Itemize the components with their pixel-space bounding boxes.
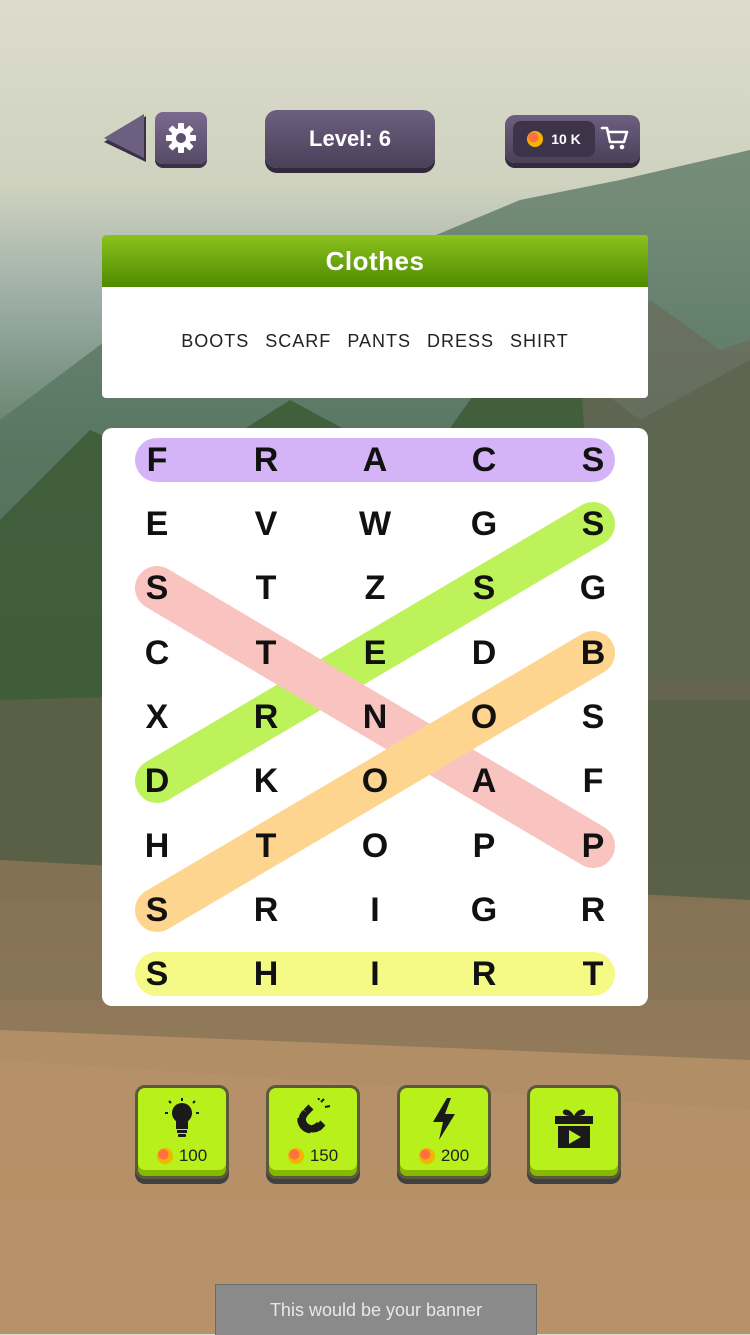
grid-cell[interactable]: R xyxy=(236,435,296,485)
grid-cell[interactable]: D xyxy=(127,756,187,806)
coin-amount: 10 K xyxy=(551,131,581,147)
grid-cell[interactable]: T xyxy=(563,949,623,999)
magnet-cost: 150 xyxy=(269,1146,357,1166)
grid-cell[interactable]: R xyxy=(454,949,514,999)
grid-cell[interactable]: Z xyxy=(345,563,405,613)
lightning-button[interactable]: 200 xyxy=(397,1085,491,1179)
grid-cell[interactable]: S xyxy=(127,885,187,935)
magnet-button[interactable]: 150 xyxy=(266,1085,360,1179)
cart-icon[interactable] xyxy=(600,123,630,153)
grid-cell[interactable]: R xyxy=(236,885,296,935)
back-button[interactable] xyxy=(100,112,150,166)
grid-cell[interactable]: S xyxy=(563,499,623,549)
banner-text: This would be your banner xyxy=(269,1299,483,1320)
grid-cell[interactable]: I xyxy=(345,885,405,935)
grid-cell[interactable]: T xyxy=(236,821,296,871)
grid-cell[interactable]: D xyxy=(454,628,514,678)
cost-label: 200 xyxy=(440,1146,470,1165)
grid-cell[interactable]: H xyxy=(127,821,187,871)
cost-label: 100 xyxy=(178,1146,208,1165)
grid-cell[interactable]: G xyxy=(454,885,514,935)
grid-cell[interactable]: F xyxy=(563,756,623,806)
coin-icon xyxy=(156,1148,173,1164)
gear-icon xyxy=(166,123,196,153)
grid-cell[interactable]: S xyxy=(454,563,514,613)
grid-cell[interactable]: K xyxy=(236,756,296,806)
grid-cell[interactable]: O xyxy=(454,692,514,742)
grid-cell[interactable]: O xyxy=(345,756,405,806)
grid-cell[interactable]: P xyxy=(454,821,514,871)
grid-cell[interactable]: I xyxy=(345,949,405,999)
hint-lightbulb-button[interactable]: 100 xyxy=(135,1085,229,1179)
coin-balance: 10 K xyxy=(513,121,595,157)
category-title-text: Clothes xyxy=(325,245,425,276)
grid-cell[interactable]: H xyxy=(236,949,296,999)
grid-cell[interactable]: E xyxy=(345,628,405,678)
grid-cell[interactable]: A xyxy=(454,756,514,806)
level-indicator: Level: 6 xyxy=(265,110,435,168)
target-word: BOOTS xyxy=(181,331,250,351)
hint-cost: 100 xyxy=(138,1146,226,1166)
magnet-icon xyxy=(297,1098,331,1134)
grid-cell[interactable]: F xyxy=(127,435,187,485)
grid-cell[interactable]: R xyxy=(563,885,623,935)
grid-cell[interactable]: T xyxy=(236,628,296,678)
back-arrow-icon xyxy=(104,114,146,162)
category-title: Clothes xyxy=(102,235,648,287)
lightbulb-icon xyxy=(165,1098,199,1137)
grid-cell[interactable]: C xyxy=(127,628,187,678)
grid-cell[interactable]: E xyxy=(127,499,187,549)
grid-cell[interactable]: T xyxy=(236,563,296,613)
gift-video-icon xyxy=(555,1109,593,1148)
grid-cell[interactable]: N xyxy=(345,692,405,742)
grid-cell[interactable]: B xyxy=(563,628,623,678)
grid-cell[interactable]: C xyxy=(454,435,514,485)
settings-button[interactable] xyxy=(155,112,207,164)
grid-cell[interactable]: S xyxy=(563,692,623,742)
grid-cell[interactable]: S xyxy=(127,949,187,999)
grid-cell[interactable]: S xyxy=(563,435,623,485)
target-word: PANTS xyxy=(347,331,411,351)
grid-cell[interactable]: V xyxy=(236,499,296,549)
lightning-cost: 200 xyxy=(400,1146,488,1166)
coin-icon xyxy=(287,1148,304,1164)
target-word: SHIRT xyxy=(510,331,569,351)
cost-label: 150 xyxy=(309,1146,339,1165)
ad-banner[interactable]: This would be your banner xyxy=(215,1284,537,1335)
target-word: SCARF xyxy=(265,331,332,351)
grid-cell[interactable]: S xyxy=(127,563,187,613)
grid-cell[interactable]: R xyxy=(236,692,296,742)
word-list-panel: Clothes BOOTS SCARF PANTS DRESS SHIRT xyxy=(102,235,648,398)
letter-grid[interactable]: FRACSEVWGSSTZSGCTEDBXRNOSDKOAFHTOPPSRIGR… xyxy=(102,428,648,1006)
grid-cell[interactable]: W xyxy=(345,499,405,549)
target-word: DRESS xyxy=(427,331,495,351)
level-text: Level: 6 xyxy=(309,126,391,151)
grid-cell[interactable]: X xyxy=(127,692,187,742)
gift-video-button[interactable] xyxy=(527,1085,621,1179)
grid-cell[interactable]: P xyxy=(563,821,623,871)
grid-cell[interactable]: O xyxy=(345,821,405,871)
grid-cell[interactable]: G xyxy=(563,563,623,613)
grid-cell[interactable]: G xyxy=(454,499,514,549)
coin-shop-button[interactable]: 10 K xyxy=(505,115,640,163)
coin-icon xyxy=(527,131,544,147)
lightning-icon xyxy=(433,1098,455,1140)
grid-cell[interactable]: A xyxy=(345,435,405,485)
coin-icon xyxy=(418,1148,435,1164)
target-words: BOOTS SCARF PANTS DRESS SHIRT xyxy=(102,331,648,352)
